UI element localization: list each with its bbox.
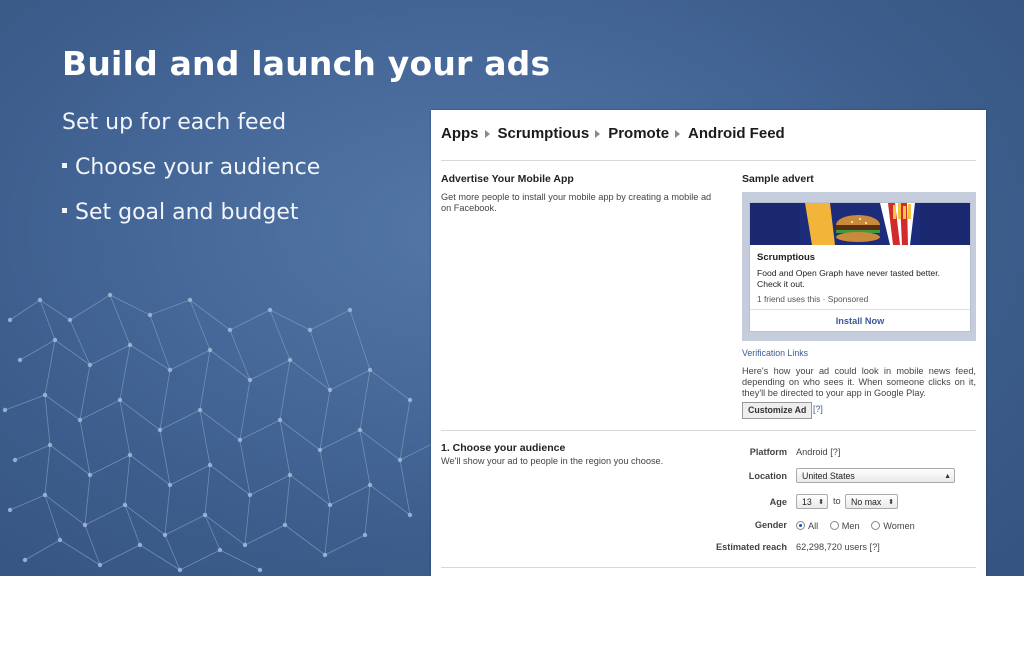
gender-options: All Men Women	[796, 521, 915, 531]
ad-title: Scrumptious	[757, 252, 816, 263]
sample-ad-preview: Scrumptious Food and Open Graph have nev…	[742, 192, 976, 341]
divider	[441, 567, 976, 568]
radio-icon	[871, 521, 881, 531]
platform-label: Platform	[749, 447, 787, 457]
divider	[441, 430, 976, 431]
breadcrumb-current: Android Feed	[688, 125, 785, 142]
bullet-icon	[62, 207, 67, 213]
select-arrows-icon: ⬍	[818, 499, 824, 506]
advertise-heading: Advertise Your Mobile App	[441, 173, 574, 185]
ad-explain-line2: depending on who sees it. When someone c…	[742, 377, 976, 387]
platform-value: Android [?]	[796, 447, 841, 457]
ad-text: Food and Open Graph have never tasted be…	[757, 268, 967, 290]
bullet-text: Choose your audience	[75, 155, 321, 180]
age-to-label: to	[833, 496, 841, 506]
gender-women-option[interactable]: Women	[871, 521, 915, 531]
age-max-select[interactable]: No max ⬍	[845, 494, 898, 509]
location-label: Location	[748, 471, 787, 481]
radio-selected-icon	[796, 521, 805, 531]
advertise-description-line2: on Facebook.	[441, 203, 497, 213]
divider	[441, 160, 976, 161]
gender-label: Gender	[754, 520, 787, 530]
age-min-value: 13	[802, 497, 812, 507]
audience-description: We'll show your ad to people in the regi…	[441, 456, 664, 466]
chevron-right-icon	[595, 129, 601, 138]
gender-all-option[interactable]: All	[796, 521, 818, 531]
breadcrumb-apps[interactable]: Apps	[441, 125, 479, 142]
ad-explain-line3: they'll be directed to your app in Googl…	[742, 388, 926, 398]
age-min-select[interactable]: 13 ⬍	[796, 494, 828, 509]
select-arrows-icon: ⬍	[888, 499, 894, 506]
slide-background: Build and launch your ads Set up for eac…	[0, 0, 1024, 576]
install-now-button[interactable]: Install Now	[750, 309, 970, 332]
network-graphic	[2, 292, 443, 573]
location-select[interactable]: United States ▲	[796, 468, 955, 483]
bullet-item: Choose your audience	[62, 155, 320, 180]
breadcrumb: Apps Scrumptious Promote Android Feed	[441, 125, 785, 142]
slide-subtitle: Set up for each feed	[62, 110, 287, 135]
reach-value: 62,298,720 users [?]	[796, 542, 880, 552]
bullet-item: Set goal and budget	[62, 200, 299, 225]
ad-card: Scrumptious Food and Open Graph have nev…	[749, 202, 971, 332]
breadcrumb-app[interactable]: Scrumptious	[498, 125, 590, 142]
location-value: United States	[802, 471, 855, 481]
audience-heading: 1. Choose your audience	[441, 442, 566, 454]
breadcrumb-promote[interactable]: Promote	[608, 125, 669, 142]
ad-text-line2: Check it out.	[757, 279, 805, 289]
bullet-icon	[62, 162, 67, 168]
verification-links[interactable]: Verification Links	[742, 348, 808, 358]
gender-all-label: All	[808, 521, 819, 531]
age-max-value: No max	[851, 497, 882, 507]
ad-banner-image	[750, 203, 970, 245]
chevron-right-icon	[484, 129, 490, 138]
advertise-description-line1: Get more people to install your mobile a…	[441, 192, 712, 202]
radio-icon	[829, 521, 839, 531]
age-label: Age	[769, 497, 787, 507]
ad-social-context: 1 friend uses this · Sponsored	[757, 294, 869, 304]
gender-men-label: Men	[841, 521, 860, 531]
slide-title: Build and launch your ads	[62, 44, 551, 83]
customize-help-link[interactable]: [?]	[813, 404, 823, 414]
sample-advert-heading: Sample advert	[742, 173, 814, 185]
facebook-ads-screenshot: Apps Scrumptious Promote Android Feed Adver…	[431, 110, 986, 576]
ad-text-line1: Food and Open Graph have never tasted be…	[757, 268, 940, 278]
ad-explain-line1: Here's how your ad could look in mobile …	[742, 366, 976, 376]
chevron-right-icon	[675, 129, 681, 138]
select-arrows-icon: ▲	[944, 473, 951, 480]
reach-label: Estimated reach	[716, 542, 787, 552]
gender-women-label: Women	[883, 521, 915, 531]
bullet-text: Set goal and budget	[75, 200, 299, 225]
gender-men-option[interactable]: Men	[829, 521, 860, 531]
customize-ad-button[interactable]: Customize Ad	[742, 402, 813, 419]
